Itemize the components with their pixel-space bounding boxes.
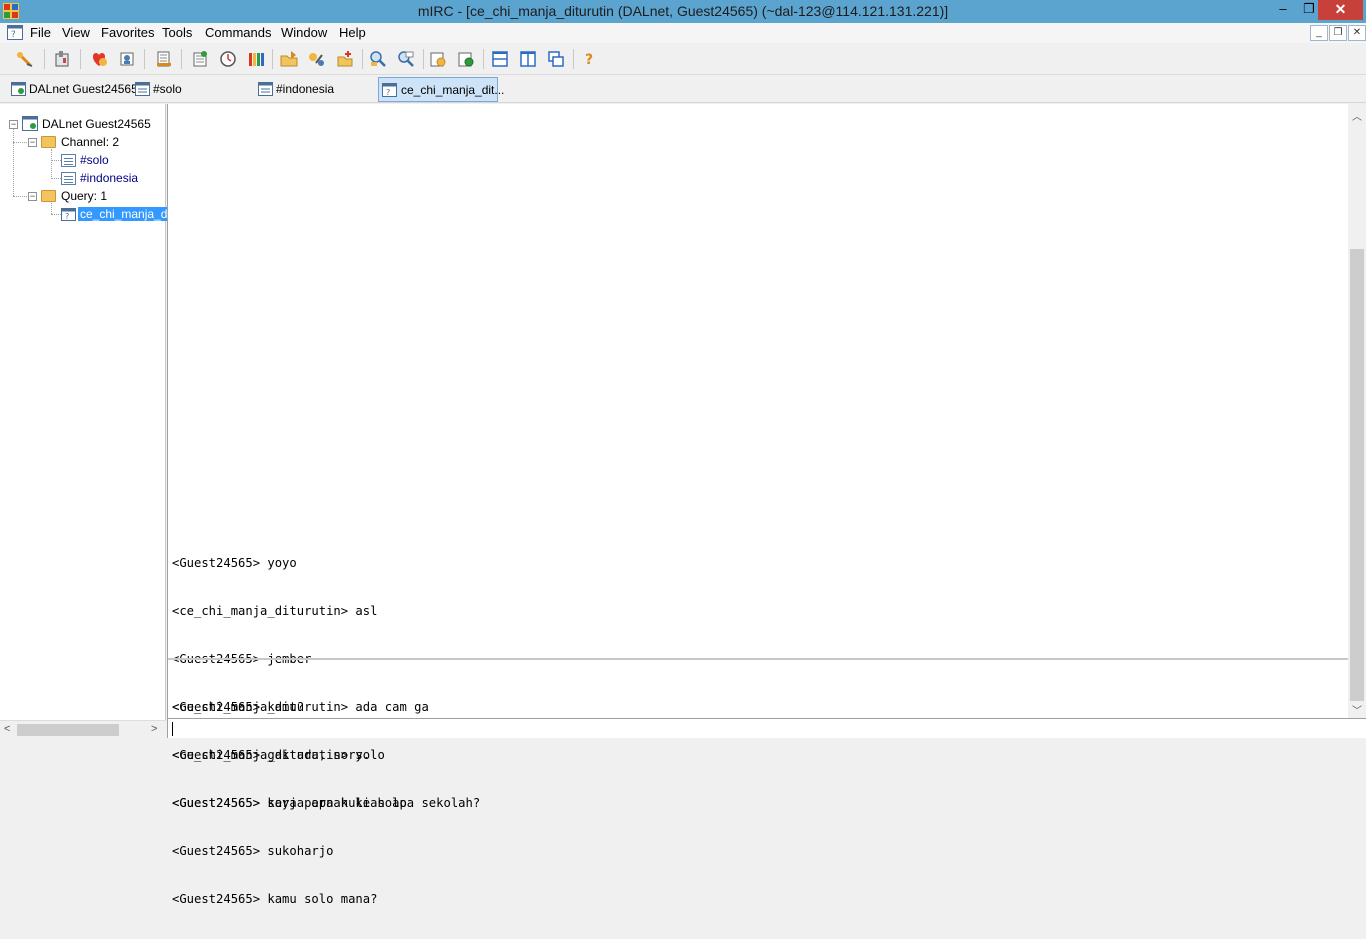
query-window-icon[interactable]: ? [7,25,23,40]
svg-text:?: ? [11,30,16,40]
svg-text:?: ? [65,212,69,221]
received-files-icon[interactable] [428,49,448,69]
connect-icon[interactable] [15,49,35,69]
chat-line: <Guest24565> kerja apa kuliah apa sekola… [172,796,481,810]
switchbar-tab-server[interactable]: DALnet Guest24565 [11,79,138,100]
query-icon: ? [61,208,76,221]
switchbar-tab-label: ce_chi_manja_dit... [401,83,505,97]
chat-line: <Guest24565> sukoharjo [172,844,334,858]
tree-item-channel-folder[interactable]: Channel: 2 [61,134,119,152]
switchbar-tab-solo[interactable]: #solo [135,79,182,100]
mdi-restore-button[interactable]: ❐ [1329,25,1347,41]
switchbar-tab-label: #solo [153,82,182,96]
menu-help[interactable]: Help [339,25,366,40]
close-button[interactable]: ✕ [1318,0,1363,20]
menu-view[interactable]: View [62,25,90,40]
server-icon [22,116,38,131]
channel-icon [135,82,150,96]
timer-icon[interactable] [218,49,238,69]
chat-line: <ce_chi_manja_diturutin> ada cam ga [172,700,429,714]
scroll-up-icon[interactable]: ︿ [1352,108,1362,123]
tree-item-label: DALnet Guest24565 [42,117,151,131]
switchbar-tab-indonesia[interactable]: #indonesia [258,79,334,100]
cascade-icon[interactable] [546,49,566,69]
toolbar: ? [0,43,1366,75]
mdi-close-button[interactable]: ✕ [1348,25,1366,41]
address-book-icon[interactable] [117,49,137,69]
marker-line [168,658,1349,660]
scrollbar-thumb[interactable] [17,724,119,736]
tree-expander-server[interactable]: − [9,120,18,129]
svg-text:?: ? [386,88,390,97]
tree-item-server[interactable]: DALnet Guest24565 [42,116,151,134]
tree-item-label: #indonesia [80,171,139,185]
switchbar: DALnet Guest24565 #solo #indonesia ? ce_… [0,75,1366,103]
menu-commands[interactable]: Commands [205,25,271,40]
scroll-down-icon[interactable]: ﹀ [1352,702,1362,717]
chat-line: <Guest24565> kamu solo mana? [172,892,378,906]
message-input[interactable] [167,718,1366,738]
chat-line: <Guest24565> yoyo [172,556,297,570]
tree-item-query[interactable]: ce_chi_manja_d [78,206,170,224]
channels-list-icon[interactable] [368,49,388,69]
window-title: mIRC - [ce_chi_manja_diturutin (DALnet, … [417,3,949,19]
svg-text:?: ? [585,52,593,68]
dcc-icon[interactable] [335,49,355,69]
chat-window[interactable]: <Guest24565> yoyo <ce_chi_manja_dituruti… [167,104,1366,906]
switchbar-tab-label: DALnet Guest24565 [29,82,138,96]
tree-item-solo[interactable]: #solo [80,152,109,170]
tile-horizontal-icon[interactable] [490,49,510,69]
treebar: − DALnet Guest24565 − Channel: 2 #solo #… [0,104,170,738]
menu-favorites[interactable]: Favorites [101,25,154,40]
scroll-right-icon[interactable]: > [151,723,157,735]
tree-expander-channels[interactable]: − [28,138,37,147]
minimize-button[interactable]: – [1270,0,1296,20]
chat-vertical-scrollbar[interactable]: ︿ ﹀ [1348,104,1366,718]
menu-tools[interactable]: Tools [162,25,192,40]
menu-file[interactable]: File [30,25,51,40]
tree-item-query-folder[interactable]: Query: 1 [61,188,107,206]
scripts-icon[interactable] [456,49,476,69]
chat-line: <ce_chi_manja_diturutin> asl [172,604,378,618]
help-icon[interactable]: ? [579,49,599,69]
treebar-horizontal-scrollbar[interactable]: < > [0,720,166,738]
chat-icon[interactable] [306,49,326,69]
channel-icon [61,172,76,185]
folder-icon [41,190,56,202]
favorites-icon[interactable] [89,49,109,69]
options-icon[interactable] [53,49,73,69]
notify-icon[interactable] [190,49,210,69]
tree-item-label: Query: 1 [61,189,108,203]
send-file-icon[interactable] [279,49,299,69]
switchbar-tab-label: #indonesia [276,82,335,96]
tree-expander-queries[interactable]: − [28,192,37,201]
text-caret [172,722,173,736]
query-icon: ? [382,83,397,97]
mdi-minimize-button[interactable]: _ [1310,25,1328,41]
log-icon[interactable] [154,49,174,69]
channel-icon [258,82,273,96]
tile-vertical-icon[interactable] [518,49,538,69]
server-icon [11,82,26,96]
scroll-left-icon[interactable]: < [4,723,10,735]
tree-item-label: ce_chi_manja_d [78,207,170,221]
tree-item-label: Channel: 2 [61,135,120,149]
tree-item-indonesia[interactable]: #indonesia [80,170,138,188]
switchbar-tab-query[interactable]: ? ce_chi_manja_dit... [378,77,504,102]
chat-log-new: <ce_chi_manja_diturutin> ada cam ga <Gue… [172,667,1342,843]
folder-icon [41,136,56,148]
title-bar: mIRC - [ce_chi_manja_diturutin (DALnet, … [0,0,1366,23]
url-list-icon[interactable] [396,49,416,69]
menu-bar: ? File View Favorites Tools Commands Win… [0,23,1366,43]
scrollbar-thumb[interactable] [1350,249,1364,701]
channel-icon [61,154,76,167]
chat-line: <Guest24565> gak ada, sory. [172,748,371,762]
menu-window[interactable]: Window [281,25,327,40]
colors-icon[interactable] [246,49,266,69]
tree-item-label: #solo [80,153,109,167]
